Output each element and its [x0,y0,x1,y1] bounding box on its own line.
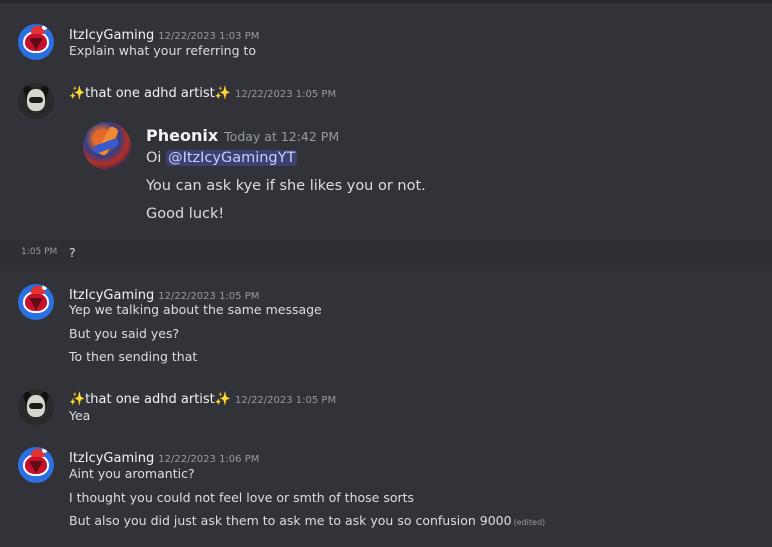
avatar-icon[interactable] [18,447,54,483]
message-text: But also you did just ask them to ask me… [69,513,545,528]
message-header: ItzIcyGaming 12/22/2023 1:03 PM [69,24,259,43]
message-text-content: But also you did just ask them to ask me… [69,513,512,528]
message-text: Yep we talking about the same message [69,302,322,317]
avatar-icon[interactable] [18,284,54,320]
embed-line: Oi @ItzIcyGamingYT [146,150,298,166]
message-text: Aint you aromantic? [69,466,195,481]
embed-line: You can ask kye if she likes you or not. [146,178,426,194]
embed-line: Good luck! [146,206,225,222]
avatar-icon[interactable] [83,122,131,170]
message-text: Yea [69,408,91,423]
timestamp: 12/22/2023 1:03 PM [158,31,260,42]
user-mention[interactable]: @ItzIcyGamingYT [166,150,298,166]
username[interactable]: ItzIcyGaming [69,288,154,303]
username[interactable]: ✨that one adhd artist✨ [69,392,231,407]
embed-author: Pheonix Today at 12:42 PM [146,126,339,145]
message-text: To then sending that [69,349,198,364]
avatar-icon[interactable] [18,83,54,119]
message-header: ✨that one adhd artist✨ 12/22/2023 1:05 PM [69,388,336,407]
embed-timestamp: Today at 12:42 PM [224,129,340,144]
side-timestamp: 1:05 PM [21,247,58,257]
avatar-icon[interactable] [18,389,54,425]
timestamp: 12/22/2023 1:05 PM [158,291,260,302]
username[interactable]: ✨that one adhd artist✨ [69,86,231,101]
edited-label: (edited) [513,518,546,527]
message-text: Explain what your referring to [69,43,257,58]
timestamp: 12/22/2023 1:05 PM [234,395,337,406]
message-text: ? [69,245,76,260]
timestamp: 12/22/2023 1:05 PM [234,89,337,100]
message-text: But you said yes? [69,326,180,341]
avatar-icon[interactable] [18,24,54,60]
embed-line-prefix: Oi [146,150,167,166]
embed-author-name[interactable]: Pheonix [146,126,218,145]
message-header: ItzIcyGaming 12/22/2023 1:05 PM [69,284,259,303]
message-header: ✨that one adhd artist✨ 12/22/2023 1:05 PM [69,82,336,101]
timestamp: 12/22/2023 1:06 PM [158,454,260,465]
username[interactable]: ItzIcyGaming [69,28,154,43]
message-header: ItzIcyGaming 12/22/2023 1:06 PM [69,447,259,466]
username[interactable]: ItzIcyGaming [69,451,154,466]
message-hover-highlight[interactable] [0,240,772,266]
top-divider [0,0,772,3]
message-text: I thought you could not feel love or smt… [69,490,415,505]
